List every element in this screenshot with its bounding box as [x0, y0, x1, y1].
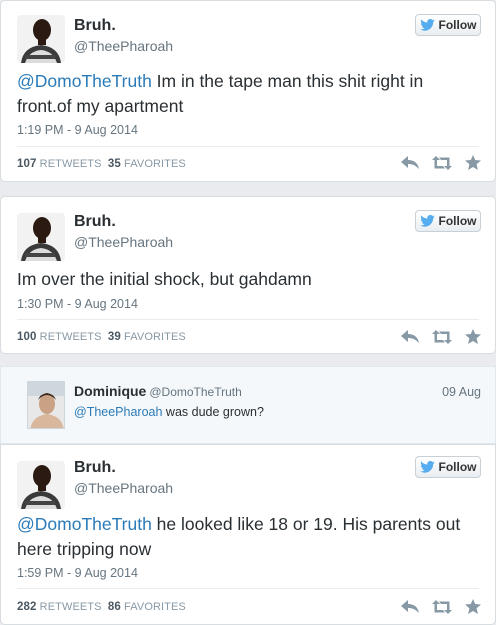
tweet-stats: 282 RETWEETS 86 FAVORITES [17, 601, 186, 613]
favorite-count[interactable]: 39 [108, 331, 121, 343]
tweet-actions [401, 599, 481, 614]
divider [17, 319, 479, 320]
reply-author-name[interactable]: Dominique [74, 383, 146, 399]
reply-icon[interactable] [401, 599, 419, 614]
retweet-count[interactable]: 282 [17, 601, 37, 613]
divider [17, 588, 479, 589]
tweet-card-2: Bruh. @TheePharoah Follow Im over the in… [0, 196, 496, 354]
reply-icon[interactable] [401, 329, 419, 344]
favorite-star-icon[interactable] [465, 329, 481, 344]
tweet-actions [401, 155, 481, 170]
avatar[interactable] [17, 15, 65, 63]
favorites-label: FAVORITES [124, 601, 186, 613]
mention-link[interactable]: @DomoTheTruth [17, 514, 152, 534]
tweet-timestamp[interactable]: 1:19 PM - 9 Aug 2014 [17, 123, 138, 137]
tweet-timestamp[interactable]: 1:59 PM - 9 Aug 2014 [17, 566, 138, 580]
retweet-icon[interactable] [432, 599, 452, 614]
retweet-count[interactable]: 100 [17, 331, 37, 343]
tweet-stats: 107 RETWEETS 35 FAVORITES [17, 158, 186, 170]
favorites-label: FAVORITES [124, 331, 186, 343]
reply-body: was dude grown? [162, 405, 264, 419]
reply-tweet: Dominique @DomoTheTruth @TheePharoah was … [0, 366, 496, 444]
author-name[interactable]: Bruh. [74, 459, 116, 477]
retweet-count[interactable]: 107 [17, 158, 37, 170]
reply-icon[interactable] [401, 155, 419, 170]
reply-text: @TheePharoah was dude grown? [74, 405, 264, 419]
avatar[interactable] [27, 381, 65, 429]
favorite-count[interactable]: 86 [108, 601, 121, 613]
tweet-text: @DomoTheTruth Im in the tape man this sh… [17, 69, 479, 119]
retweet-icon[interactable] [432, 329, 452, 344]
reply-date[interactable]: 09 Aug [442, 385, 481, 399]
tweet-actions [401, 329, 481, 344]
author-name[interactable]: Bruh. [74, 17, 116, 35]
follow-button[interactable]: Follow [415, 14, 481, 36]
follow-label: Follow [438, 460, 477, 474]
mention-link[interactable]: @DomoTheTruth [17, 71, 152, 91]
avatar[interactable] [17, 461, 65, 509]
twitter-bird-icon [419, 19, 435, 31]
retweets-label: RETWEETS [39, 601, 102, 613]
favorite-count[interactable]: 35 [108, 158, 121, 170]
tweet-body: Im over the initial shock, but gahdamn [17, 269, 312, 289]
tweet-card-3: Bruh. @TheePharoah Follow @DomoTheTruth … [0, 444, 496, 625]
follow-button[interactable]: Follow [415, 210, 481, 232]
twitter-bird-icon [419, 461, 435, 473]
retweet-icon[interactable] [432, 155, 452, 170]
author-handle[interactable]: @TheePharoah [74, 234, 173, 250]
author-handle[interactable]: @TheePharoah [74, 480, 173, 496]
author-name[interactable]: Bruh. [74, 213, 116, 231]
tweet-card-1: Bruh. @TheePharoah Follow @DomoTheTruth … [0, 0, 496, 182]
favorites-label: FAVORITES [124, 158, 186, 170]
twitter-bird-icon [419, 215, 435, 227]
divider [17, 146, 479, 147]
author-handle[interactable]: @TheePharoah [74, 38, 173, 54]
reply-author-handle[interactable]: @DomoTheTruth [149, 385, 241, 399]
tweet-text: @DomoTheTruth he looked like 18 or 19. H… [17, 512, 479, 562]
retweets-label: RETWEETS [39, 158, 102, 170]
favorite-star-icon[interactable] [465, 599, 481, 614]
mention-link[interactable]: @TheePharoah [74, 405, 162, 419]
follow-label: Follow [438, 18, 477, 32]
tweet-stats: 100 RETWEETS 39 FAVORITES [17, 331, 186, 343]
avatar[interactable] [17, 213, 65, 261]
retweets-label: RETWEETS [39, 331, 102, 343]
follow-label: Follow [438, 214, 477, 228]
tweet-text: Im over the initial shock, but gahdamn [17, 267, 479, 292]
favorite-star-icon[interactable] [465, 155, 481, 170]
tweet-timestamp[interactable]: 1:30 PM - 9 Aug 2014 [17, 297, 138, 311]
reply-author: Dominique @DomoTheTruth [74, 383, 242, 399]
follow-button[interactable]: Follow [415, 456, 481, 478]
